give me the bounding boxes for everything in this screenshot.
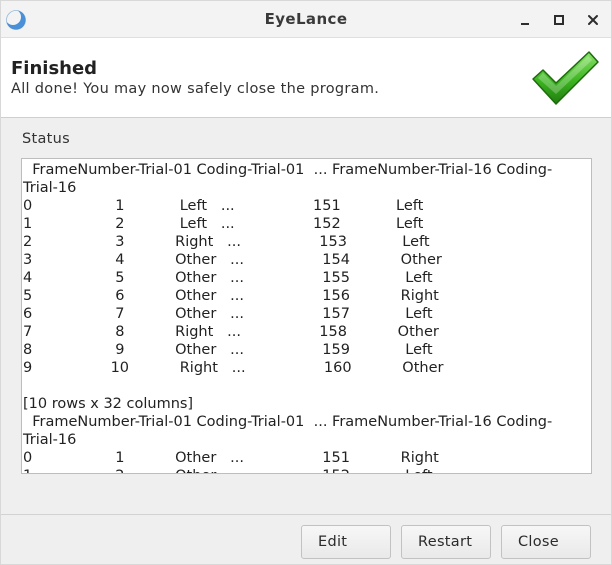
checkmark-icon [529, 49, 601, 107]
page-subtitle: All done! You may now safely close the p… [11, 81, 380, 97]
status-text: FrameNumber-Trial-01 Coding-Trial-01 ...… [23, 162, 553, 473]
eyelance-window: EyeLance Finished All done! You may now … [0, 0, 612, 565]
status-output[interactable]: FrameNumber-Trial-01 Coding-Trial-01 ...… [21, 158, 592, 474]
page-title: Finished [11, 58, 98, 79]
status-label: Status [22, 131, 71, 147]
close-button[interactable]: Close [501, 525, 591, 559]
divider [1, 514, 611, 515]
title-bar[interactable]: EyeLance [1, 1, 611, 38]
edit-button[interactable]: Edit [301, 525, 391, 559]
close-icon[interactable] [582, 9, 604, 31]
maximize-icon[interactable] [548, 9, 570, 31]
restart-button[interactable]: Restart [401, 525, 491, 559]
minimize-icon[interactable] [514, 9, 536, 31]
finished-header: Finished All done! You may now safely cl… [1, 38, 611, 118]
